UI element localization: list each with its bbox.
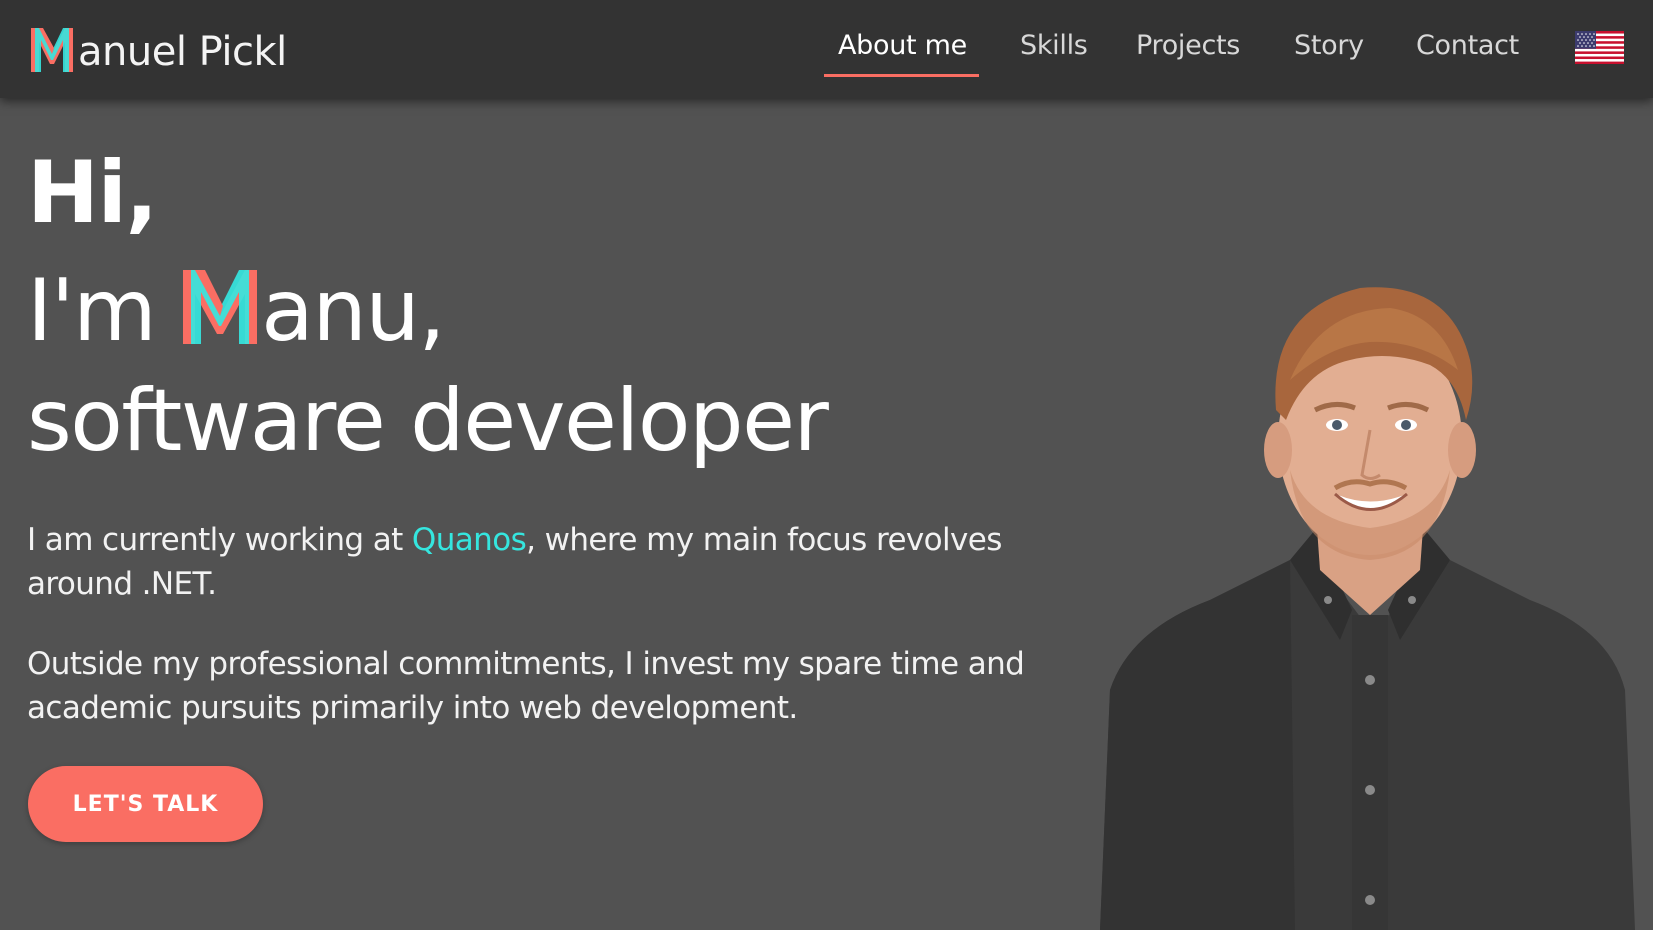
nav-projects[interactable]: Projects xyxy=(1136,30,1240,61)
site-logo[interactable]: anuel Pickl xyxy=(27,20,287,78)
profile-portrait-image xyxy=(1100,287,1635,930)
nav-about-me[interactable]: About me xyxy=(838,30,967,61)
lets-talk-button[interactable]: LET'S TALK xyxy=(28,766,263,842)
logo-text: anuel Pickl xyxy=(78,29,287,75)
hero-name-prefix: I'm xyxy=(27,261,182,361)
top-navbar: anuel Pickl About me Skills Projects Sto… xyxy=(0,0,1653,98)
nav-story[interactable]: Story xyxy=(1294,30,1364,61)
nav-skills[interactable]: Skills xyxy=(1020,30,1088,61)
hero-name-line: I'm anu, xyxy=(27,262,446,354)
nav-contact[interactable]: Contact xyxy=(1416,30,1519,61)
intro-text-before: I am currently working at xyxy=(27,522,412,558)
hero-role: software developer xyxy=(27,371,829,471)
logo-m-icon xyxy=(31,28,73,72)
us-flag-icon[interactable] xyxy=(1575,31,1624,64)
active-nav-indicator xyxy=(824,74,979,77)
hero-m-logo-icon xyxy=(183,270,258,344)
hero-greeting: Hi, xyxy=(27,143,158,243)
intro-paragraph-hobby: Outside my professional commitments, I i… xyxy=(27,646,1025,726)
intro-paragraph-work: I am currently working at Quanos, where … xyxy=(27,518,1087,606)
hero-name-rest: anu, xyxy=(261,261,446,361)
quanos-link[interactable]: Quanos xyxy=(412,522,527,558)
